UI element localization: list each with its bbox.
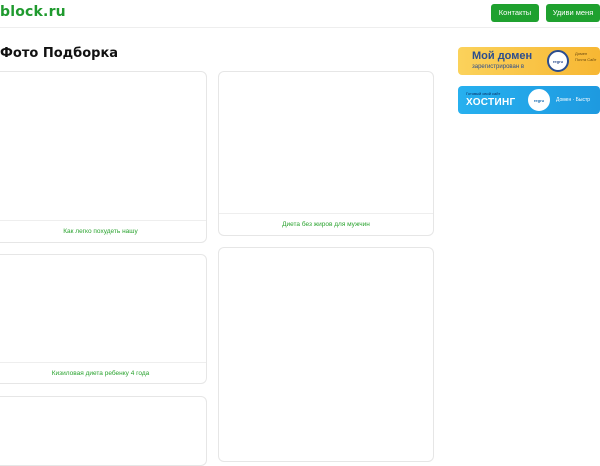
photo-card[interactable]: Как легко похудеть нашу [0,71,207,243]
photo-card[interactable]: Кизиловая диета ребенку 4 года [0,254,207,384]
ad-title: ХОСТИНГ [466,97,516,108]
photo-card[interactable] [0,396,207,466]
ad-right-text: Домен · Быстр [556,97,591,103]
ad-subtitle: зарегистрирован в [472,64,525,70]
domain-ad-banner[interactable]: Мой домен зарегистрирован в regru Домен … [458,47,600,75]
ad-small-text: Готовый свой сайт [466,91,501,96]
site-logo[interactable]: block.ru [0,4,66,20]
photo-card[interactable] [218,247,434,462]
contacts-button[interactable]: Контакты [491,4,539,22]
ad-side-text: Домен Почта Сайт [575,51,597,62]
card-image[interactable] [0,72,206,222]
card-caption-link[interactable]: Как легко похудеть нашу [0,220,206,242]
surprise-me-button[interactable]: Удиви меня [546,4,600,22]
photo-card[interactable]: Диета без жиров для мужчин [218,71,434,236]
card-caption-link[interactable]: Диета без жиров для мужчин [219,213,433,235]
hosting-ad-banner[interactable]: Готовый свой сайт ХОСТИНГ regru Домен · … [458,86,600,114]
regru-logo-icon: regru [547,50,569,72]
site-header: block.ru Контакты Удиви меня [0,0,600,28]
card-image[interactable] [0,255,206,364]
regru-logo-icon: regru [528,89,550,111]
card-image[interactable] [219,72,433,215]
page-title: Фото Подборка [0,46,119,61]
card-caption-link[interactable]: Кизиловая диета ребенку 4 года [0,362,206,383]
ad-title: Мой домен [472,50,533,62]
